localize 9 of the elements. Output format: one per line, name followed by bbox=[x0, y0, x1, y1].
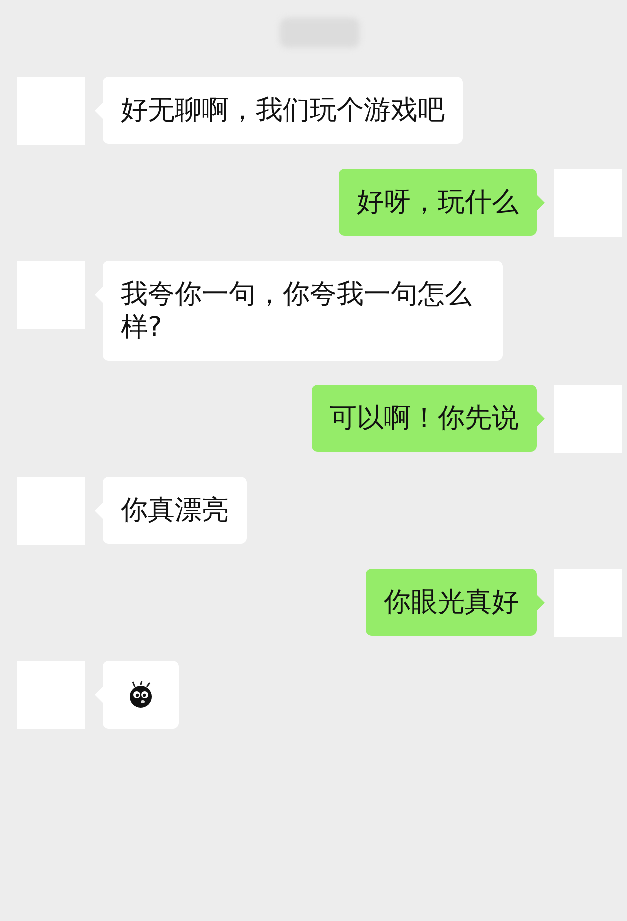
message-bubble: 好呀，玩什么 bbox=[339, 169, 537, 236]
message-bubble: 我夸你一句，你夸我一句怎么样? bbox=[103, 261, 503, 361]
message-bubble: 你眼光真好 bbox=[366, 569, 537, 636]
message-bubble: 可以啊！你先说 bbox=[312, 385, 537, 452]
bubble-tail bbox=[537, 411, 545, 427]
bubble-tail bbox=[537, 595, 545, 611]
bubble-tail bbox=[537, 195, 545, 211]
message-bubble: 你真漂亮 bbox=[103, 477, 247, 544]
message-bubble: 好无聊啊，我们玩个游戏吧 bbox=[103, 77, 463, 144]
